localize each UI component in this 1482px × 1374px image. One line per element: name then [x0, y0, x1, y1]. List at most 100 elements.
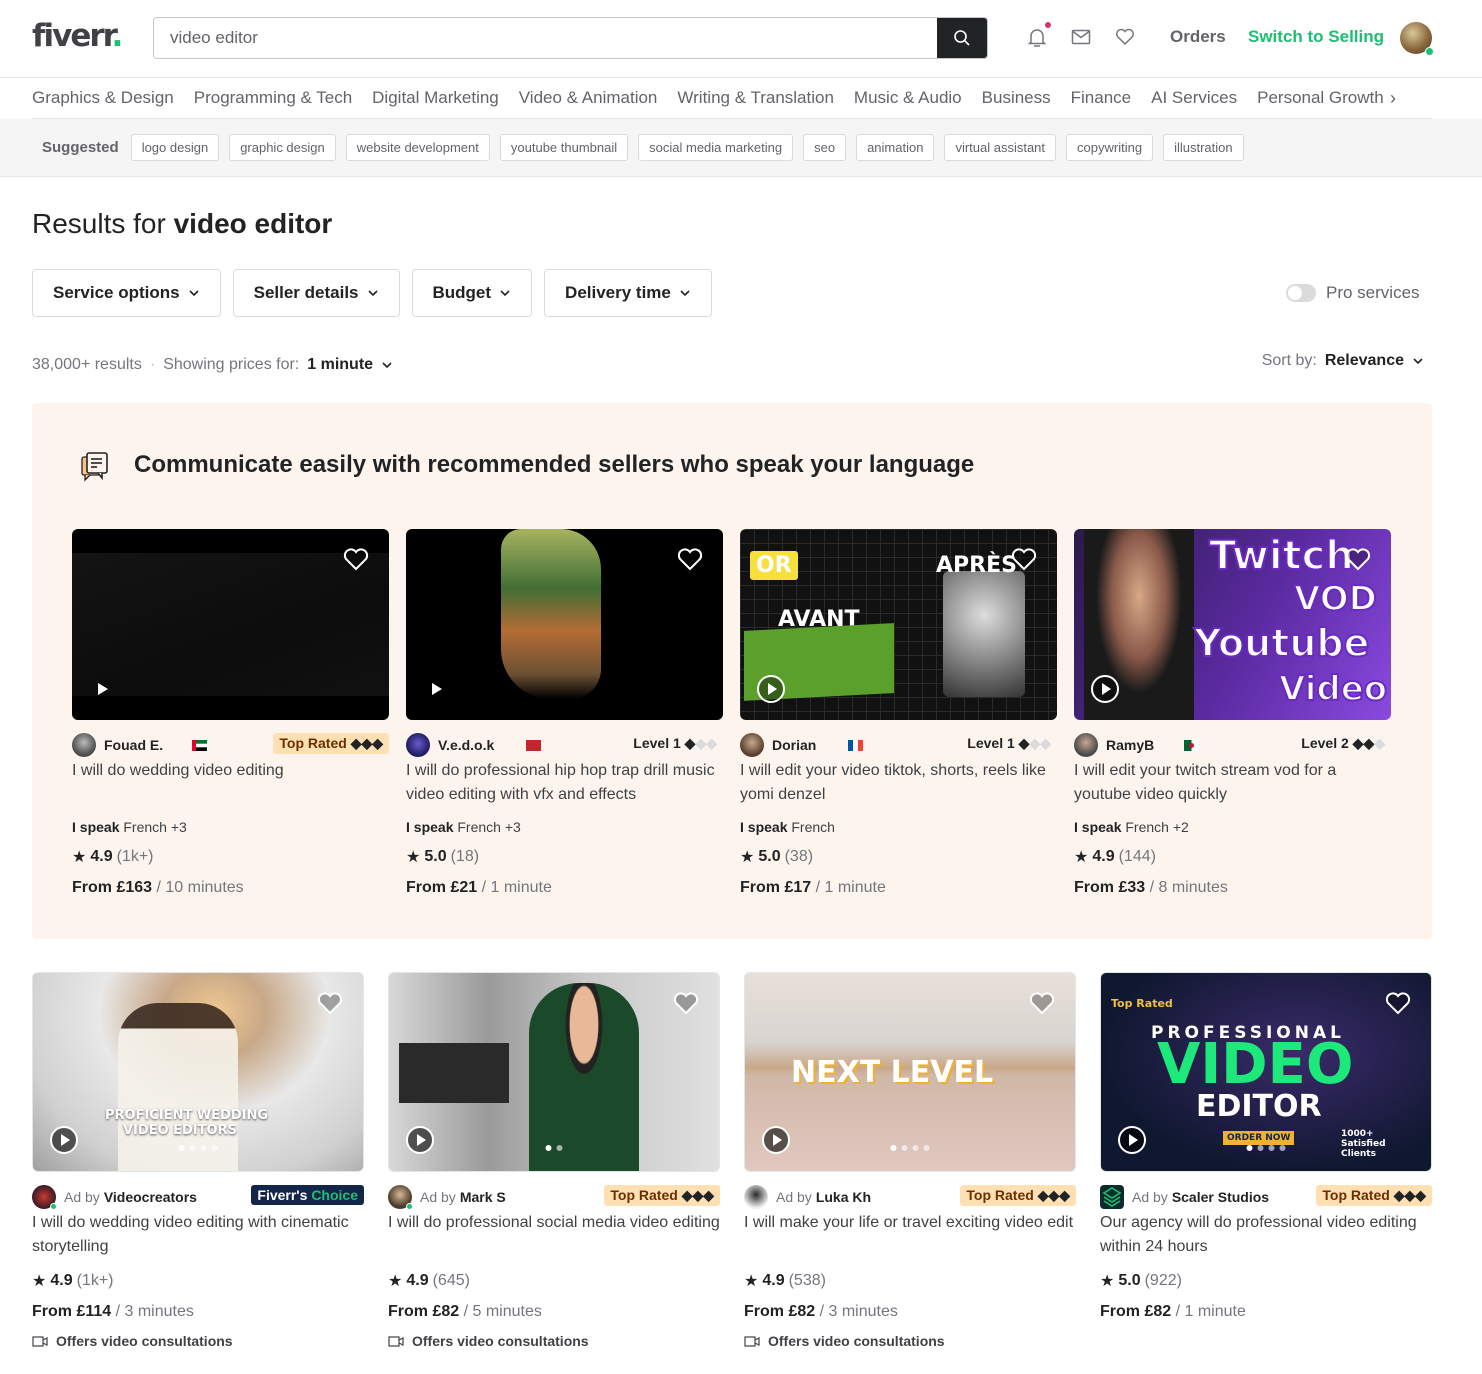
carousel-dot[interactable]	[901, 1145, 908, 1151]
filter-service-options[interactable]: Service options	[32, 269, 221, 317]
carousel-dot[interactable]	[890, 1145, 897, 1151]
gig-thumbnail[interactable]	[388, 972, 720, 1172]
carousel-dot[interactable]	[556, 1145, 563, 1151]
carousel-dot[interactable]	[923, 1145, 930, 1151]
carousel-dot[interactable]	[1279, 1145, 1286, 1151]
seller-name[interactable]: Fouad E.	[104, 737, 163, 753]
notifications-button[interactable]	[1026, 22, 1051, 48]
play-icon[interactable]	[1090, 674, 1120, 704]
gig-card[interactable]: OR AVANT APRÈS Dorian Level 1 ◆◆◆ I will…	[740, 529, 1057, 897]
gig-card[interactable]: Ad by Mark S Top Rated ◆◆◆ I will do pro…	[388, 972, 720, 1349]
favorite-heart-icon[interactable]	[317, 991, 343, 1015]
suggested-chip[interactable]: social media marketing	[638, 134, 794, 161]
gig-thumbnail[interactable]: OR AVANT APRÈS	[740, 529, 1057, 720]
carousel-dot[interactable]	[189, 1145, 196, 1151]
play-icon[interactable]	[761, 1125, 791, 1155]
suggested-chip[interactable]: virtual assistant	[944, 134, 1057, 161]
category-video-animation[interactable]: Video & Animation	[519, 88, 658, 108]
sort-control[interactable]: Sort by: Relevance	[1262, 352, 1424, 370]
category-business[interactable]: Business	[982, 88, 1051, 108]
carousel-dot[interactable]	[1257, 1145, 1264, 1151]
category-finance[interactable]: Finance	[1071, 88, 1131, 108]
carousel-dot[interactable]	[200, 1145, 207, 1151]
user-avatar[interactable]	[1400, 22, 1434, 56]
seller-avatar[interactable]	[740, 733, 764, 757]
seller-name[interactable]: Scaler Studios	[1172, 1189, 1269, 1205]
seller-name[interactable]: V.e.d.o.k	[438, 737, 494, 753]
carousel-dot[interactable]	[545, 1145, 552, 1151]
search-button[interactable]	[937, 18, 987, 58]
play-icon[interactable]	[49, 1125, 79, 1155]
seller-name[interactable]: Mark S	[460, 1189, 506, 1205]
gig-card[interactable]: NEXT LEVEL Ad by Luka Kh Top Rated ◆◆◆ I…	[744, 972, 1076, 1349]
play-icon[interactable]	[1117, 1125, 1147, 1155]
category-writing-translation[interactable]: Writing & Translation	[677, 88, 834, 108]
play-icon[interactable]	[96, 682, 110, 696]
suggested-chip[interactable]: copywriting	[1066, 134, 1154, 161]
gig-title[interactable]: I will make your life or travel exciting…	[744, 1211, 1076, 1259]
gig-title[interactable]: Our agency will do professional video ed…	[1100, 1211, 1432, 1259]
play-icon[interactable]	[405, 1125, 435, 1155]
seller-avatar[interactable]	[388, 1185, 413, 1210]
pro-services-toggle[interactable]	[1286, 284, 1316, 302]
suggested-chip[interactable]: website development	[345, 134, 490, 161]
search-input[interactable]	[154, 18, 937, 58]
carousel-dots[interactable]	[545, 1145, 563, 1151]
gig-card[interactable]: Top Rated PROFESSIONAL VIDEO EDITOR ORDE…	[1100, 972, 1432, 1349]
carousel-dot[interactable]	[211, 1145, 218, 1151]
play-icon[interactable]	[430, 682, 444, 696]
gig-card[interactable]: Twitch VOD Youtube Video RamyB Level 2 ◆…	[1074, 529, 1391, 897]
seller-avatar[interactable]	[1074, 733, 1098, 757]
gig-title[interactable]: I will do wedding video editing	[72, 759, 389, 807]
carousel-dot[interactable]	[1268, 1145, 1275, 1151]
orders-link[interactable]: Orders	[1170, 27, 1226, 47]
suggested-chip[interactable]: illustration	[1163, 134, 1244, 161]
chevron-right-icon[interactable]: ›	[1390, 88, 1396, 109]
carousel-dots[interactable]	[890, 1145, 930, 1151]
seller-avatar[interactable]	[406, 733, 430, 757]
gig-title[interactable]: I will do professional hip hop trap dril…	[406, 759, 723, 807]
gig-title[interactable]: I will do professional social media vide…	[388, 1211, 720, 1259]
seller-name[interactable]: Dorian	[772, 737, 816, 753]
gig-thumbnail[interactable]	[406, 529, 723, 720]
gig-title[interactable]: I will edit your video tiktok, shorts, r…	[740, 759, 1057, 807]
category-music-audio[interactable]: Music & Audio	[854, 88, 962, 108]
gig-thumbnail[interactable]: NEXT LEVEL	[744, 972, 1076, 1172]
messages-button[interactable]	[1070, 26, 1092, 48]
carousel-dot[interactable]	[1246, 1145, 1253, 1151]
gig-thumbnail[interactable]	[72, 529, 389, 720]
sort-value[interactable]: Relevance	[1325, 352, 1404, 370]
carousel-dots[interactable]	[1246, 1145, 1286, 1151]
category-programming-tech[interactable]: Programming & Tech	[194, 88, 352, 108]
favorite-heart-icon[interactable]	[1029, 991, 1055, 1015]
filter-budget[interactable]: Budget	[411, 269, 533, 317]
favorite-heart-icon[interactable]	[1345, 547, 1371, 571]
showing-prices-dropdown[interactable]: 1 minute	[307, 356, 373, 374]
favorite-heart-icon[interactable]	[677, 547, 703, 571]
seller-name[interactable]: Luka Kh	[816, 1189, 871, 1205]
carousel-dot[interactable]	[178, 1145, 185, 1151]
seller-name[interactable]: RamyB	[1106, 737, 1154, 753]
gig-card[interactable]: PROFICIENT WEDDING VIDEO EDITORS Ad by V…	[32, 972, 364, 1349]
suggested-chip[interactable]: youtube thumbnail	[499, 134, 629, 161]
suggested-chip[interactable]: logo design	[130, 134, 220, 161]
seller-avatar[interactable]	[1100, 1185, 1124, 1209]
carousel-dot[interactable]	[912, 1145, 919, 1151]
carousel-dots[interactable]	[178, 1145, 218, 1151]
category-digital-marketing[interactable]: Digital Marketing	[372, 88, 499, 108]
seller-avatar[interactable]	[744, 1185, 768, 1209]
gig-thumbnail[interactable]: PROFICIENT WEDDING VIDEO EDITORS	[32, 972, 364, 1172]
category-graphics-design[interactable]: Graphics & Design	[32, 88, 174, 108]
seller-avatar[interactable]	[32, 1185, 57, 1210]
suggested-chip[interactable]: seo	[803, 134, 847, 161]
gig-title[interactable]: I will do wedding video editing with cin…	[32, 1211, 364, 1259]
suggested-chip[interactable]: graphic design	[229, 134, 336, 161]
filter-delivery-time[interactable]: Delivery time	[544, 269, 712, 317]
favorites-button[interactable]	[1114, 26, 1136, 48]
category-personal-growth[interactable]: Personal Growth	[1257, 88, 1384, 108]
gig-thumbnail[interactable]: Top Rated PROFESSIONAL VIDEO EDITOR ORDE…	[1100, 972, 1432, 1172]
suggested-chip[interactable]: animation	[856, 134, 935, 161]
switch-to-selling-link[interactable]: Switch to Selling	[1248, 27, 1384, 47]
play-icon[interactable]	[756, 674, 786, 704]
favorite-heart-icon[interactable]	[1011, 547, 1037, 571]
